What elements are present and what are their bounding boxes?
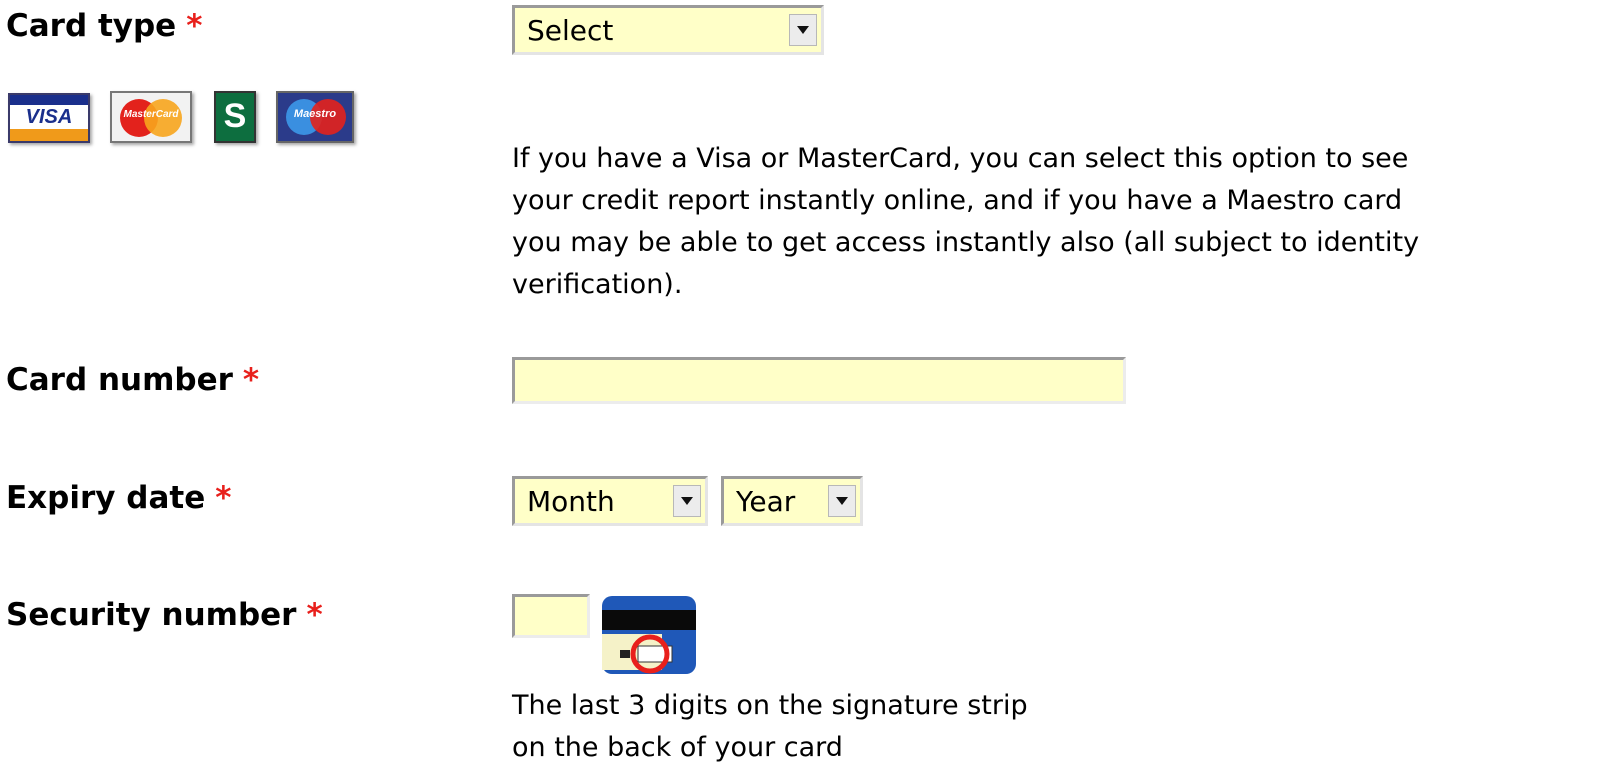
info-line: your credit report instantly online, and… [512, 185, 1403, 216]
card-dot [620, 650, 630, 658]
required-asterisk: * [306, 597, 323, 633]
chevron-down-icon [673, 485, 701, 517]
card-number-input[interactable] [512, 357, 1126, 404]
expiry-month-select[interactable]: Month [512, 476, 708, 526]
card-type-label: Card type * [6, 8, 202, 44]
expiry-year-select[interactable]: Year [721, 476, 863, 526]
required-asterisk: * [186, 8, 203, 44]
expiry-date-label-text: Expiry date [6, 480, 206, 516]
switch-logo: S [214, 91, 256, 143]
expiry-month-value: Month [527, 484, 615, 518]
visa-band-top [10, 95, 88, 105]
security-number-hint: The last 3 digits on the signature strip… [512, 685, 1028, 769]
card-magnetic-strip [602, 610, 696, 630]
visa-logo: VISA [8, 93, 90, 143]
switch-logo-text: S [223, 97, 247, 135]
required-asterisk: * [242, 362, 260, 398]
expiry-year-value: Year [736, 484, 796, 518]
card-type-info: If you have a Visa or MasterCard, you ca… [512, 138, 1594, 306]
expiry-date-label: Expiry date * [6, 480, 231, 516]
card-type-select-value: Select [527, 13, 614, 47]
security-number-label: Security number * [6, 597, 323, 633]
hint-line: on the back of your card [512, 732, 843, 763]
mastercard-logo-text: MasterCard [123, 109, 179, 120]
info-line: you may be able to get access instantly … [512, 227, 1420, 258]
visa-band-bottom [10, 129, 88, 141]
chevron-down-icon [828, 485, 856, 517]
card-type-select[interactable]: Select [512, 5, 824, 55]
security-number-input[interactable] [512, 594, 590, 638]
info-line: If you have a Visa or MasterCard, you ca… [512, 143, 1409, 174]
required-asterisk: * [215, 480, 232, 516]
card-number-label: Card number * [6, 362, 259, 398]
info-line: verification). [512, 269, 683, 300]
maestro-logo: Maestro [276, 91, 354, 143]
card-back-cvv-icon [602, 596, 696, 674]
security-number-label-text: Security number [6, 597, 297, 633]
maestro-logo-text: Maestro [293, 108, 337, 120]
chevron-down-icon [789, 14, 817, 46]
hint-line: The last 3 digits on the signature strip [512, 690, 1028, 721]
mastercard-logo: MasterCard [110, 91, 192, 143]
card-number-label-text: Card number [6, 362, 233, 398]
visa-logo-text: VISA [25, 106, 73, 128]
card-type-label-text: Card type [6, 8, 177, 44]
